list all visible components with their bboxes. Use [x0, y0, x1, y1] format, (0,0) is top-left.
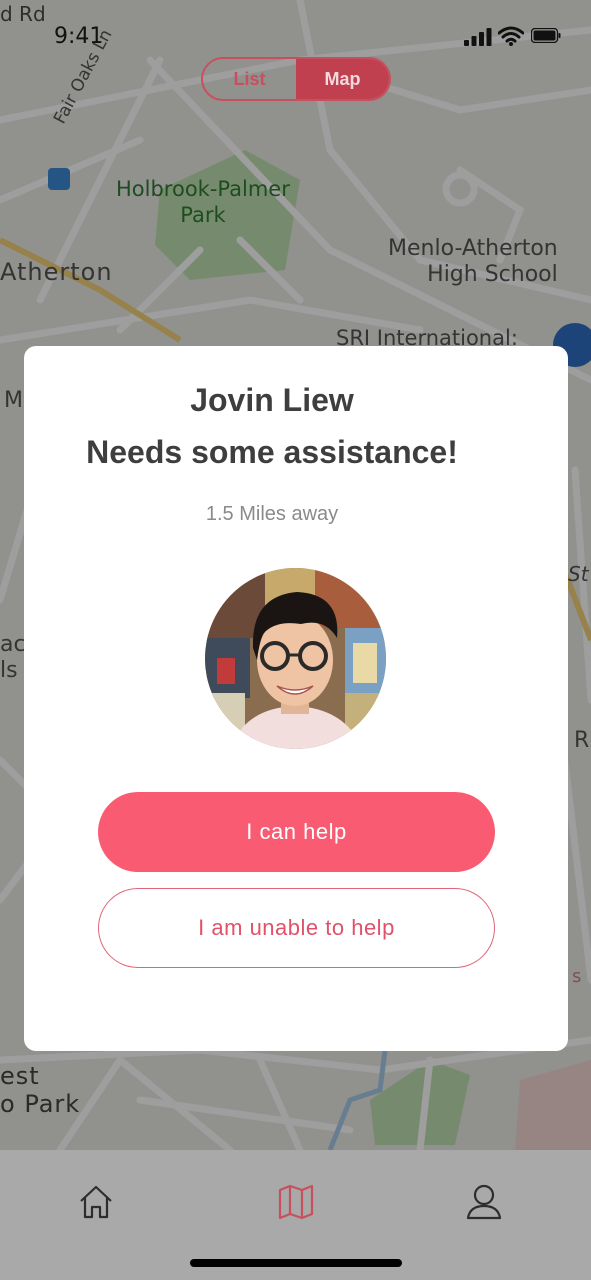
view-toggle: List Map	[201, 57, 391, 101]
decline-help-button[interactable]: I am unable to help	[98, 888, 495, 968]
wifi-icon	[498, 26, 524, 46]
map-icon[interactable]	[276, 1182, 316, 1222]
request-distance: 1.5 Miles away	[205, 503, 339, 525]
battery-icon	[531, 28, 561, 43]
profile-icon[interactable]	[464, 1182, 504, 1222]
accept-help-button[interactable]: I can help	[98, 792, 495, 872]
avatar-photo	[205, 568, 386, 749]
requester-name: Jovin Liew	[190, 382, 354, 418]
home-indicator	[190, 1259, 402, 1267]
status-time: 9:41	[54, 24, 104, 49]
home-icon[interactable]	[76, 1182, 116, 1222]
tab-list[interactable]: List	[203, 59, 296, 99]
tab-map[interactable]: Map	[296, 59, 389, 99]
cellular-signal-icon	[464, 28, 492, 46]
avatar	[205, 568, 386, 749]
request-message: Needs some assistance!	[86, 434, 458, 470]
